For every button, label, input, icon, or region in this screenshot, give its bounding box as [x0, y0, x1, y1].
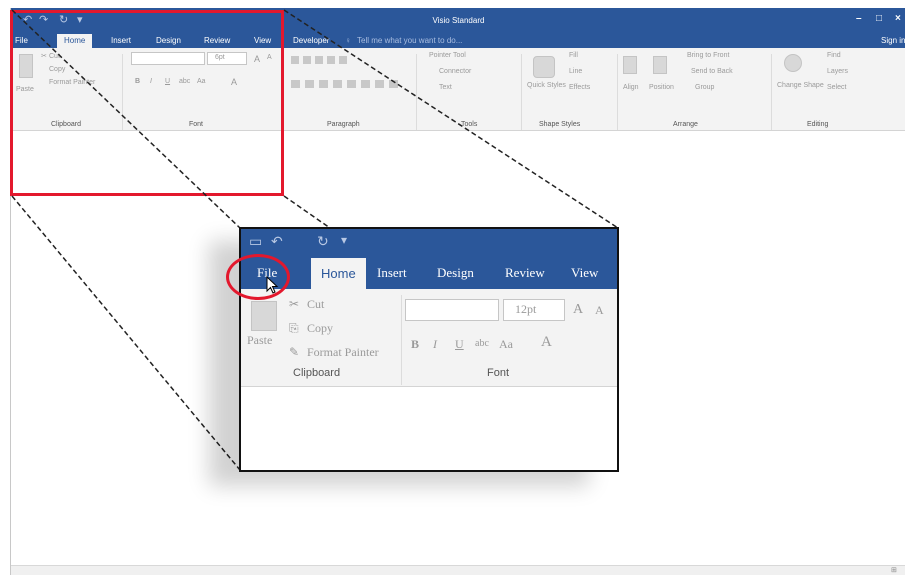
font-name-input[interactable]	[405, 299, 499, 321]
format-painter-icon[interactable]: ✎	[289, 345, 299, 360]
group-divider	[401, 295, 402, 385]
zoom-title-bar: ▭ ↶ ↻ ▾	[241, 229, 617, 255]
copy-icon[interactable]: ⎘	[289, 321, 299, 336]
tab-view[interactable]: View	[571, 265, 598, 281]
bold-button[interactable]: B	[411, 337, 419, 352]
tab-design[interactable]: Design	[437, 265, 474, 281]
paste-icon[interactable]	[251, 301, 277, 331]
undo-icon[interactable]: ↶	[271, 233, 283, 250]
grow-font-button[interactable]: A	[573, 302, 583, 318]
format-painter-button[interactable]: Format Painter	[307, 345, 379, 360]
repeat-icon[interactable]: ↻	[317, 233, 329, 250]
cursor-icon	[266, 276, 279, 294]
copy-button[interactable]: Copy	[307, 321, 333, 336]
clipboard-group-label: Clipboard	[293, 367, 341, 379]
strikethrough-button[interactable]: abc	[475, 338, 489, 349]
file-tab-highlight	[226, 254, 290, 300]
shrink-font-button[interactable]: A	[595, 303, 604, 318]
zoom-ribbon: Paste ✂ Cut ⎘ Copy ✎ Format Painter Clip…	[241, 289, 617, 387]
underline-button[interactable]: U	[455, 337, 464, 352]
zoom-callout: ▭ ↶ ↻ ▾ File Home Insert Design Review V…	[239, 227, 619, 472]
tab-home[interactable]: Home	[311, 258, 366, 289]
save-icon[interactable]: ▭	[249, 233, 262, 250]
tab-review[interactable]: Review	[505, 265, 545, 281]
cut-icon[interactable]: ✂	[289, 297, 299, 312]
qat-dropdown-icon[interactable]: ▾	[341, 233, 347, 247]
paste-button[interactable]: Paste	[247, 333, 272, 348]
screenshot-stage: ↶ ↷ ↻ ▾ Visio Standard – □ × File Home I…	[0, 0, 905, 575]
cut-button[interactable]: Cut	[307, 297, 324, 312]
change-case-button[interactable]: Aa	[499, 337, 513, 352]
font-group-label: Font	[487, 367, 510, 379]
font-size-value: 12pt	[515, 302, 537, 316]
tab-insert[interactable]: Insert	[377, 265, 407, 281]
italic-button[interactable]: I	[433, 337, 437, 352]
zoom-ribbon-tabs: File Home Insert Design Review View	[241, 255, 617, 289]
font-color-button[interactable]: A	[541, 334, 552, 351]
